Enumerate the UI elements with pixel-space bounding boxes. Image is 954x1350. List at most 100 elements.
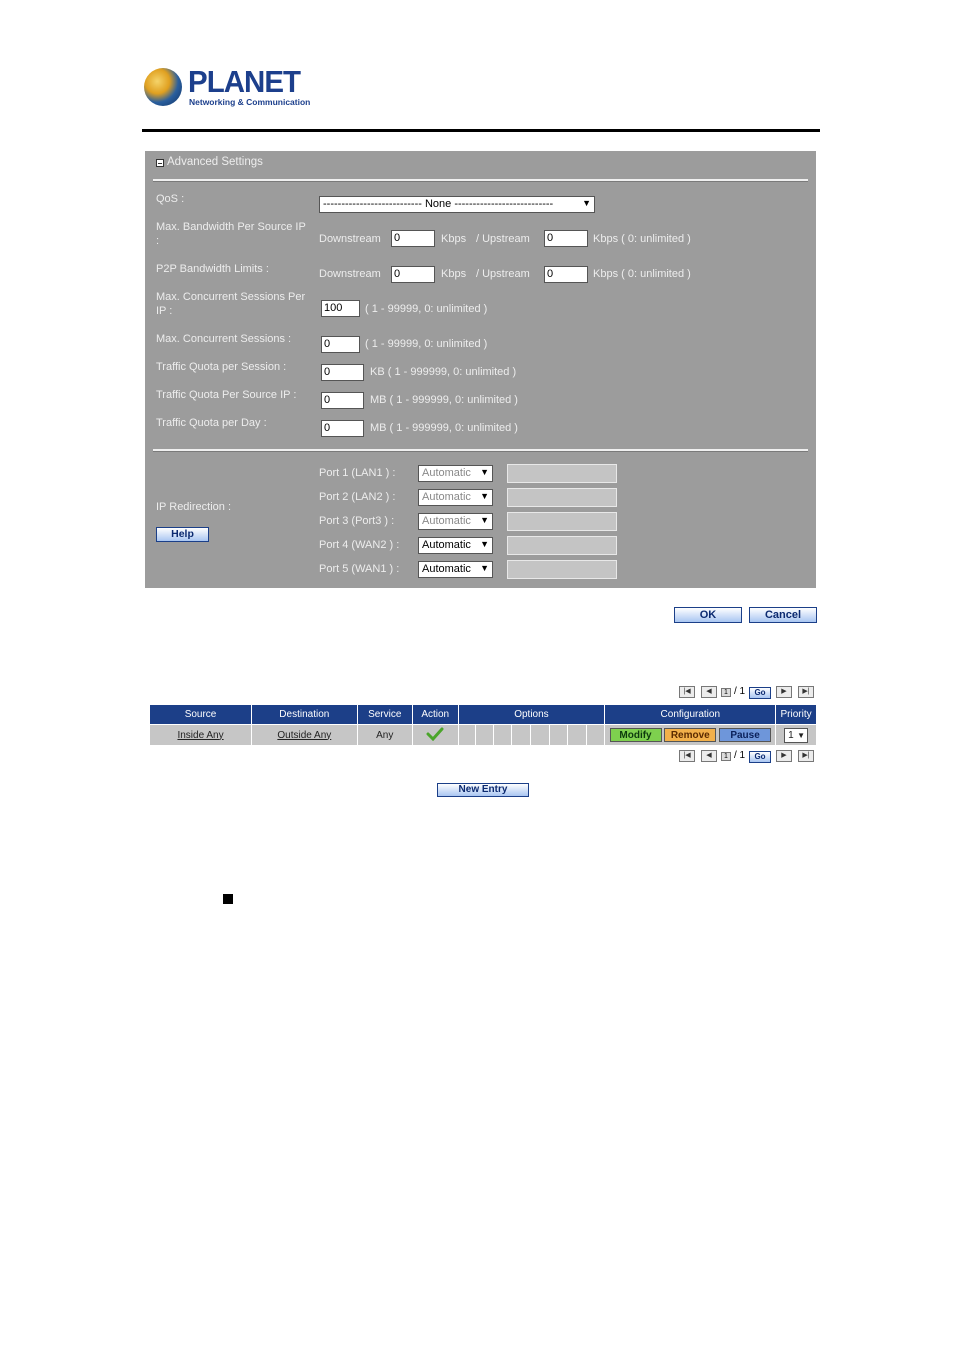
- prev-page-icon[interactable]: ◀: [701, 750, 717, 762]
- port2-mode-select[interactable]: Automatic ▼: [418, 489, 493, 506]
- option-cell: [492, 724, 513, 746]
- new-entry-button[interactable]: New Entry: [437, 783, 529, 797]
- divider: [153, 449, 808, 452]
- sessions-per-ip-hint: ( 1 - 99999, 0: unlimited ): [365, 303, 488, 315]
- port4-mode-select[interactable]: Automatic ▼: [418, 537, 493, 554]
- max-bw-downstream-input[interactable]: 0: [391, 230, 435, 247]
- upstream-label: / Upstream: [476, 233, 530, 245]
- go-button[interactable]: Go: [749, 687, 771, 699]
- table-row: Inside Any Outside Any Any Modify Remove…: [148, 724, 817, 746]
- help-button[interactable]: Help: [156, 527, 209, 542]
- source-link[interactable]: Inside Any: [177, 730, 223, 741]
- page-total: / 1: [734, 750, 746, 761]
- dropdown-arrow-icon: ▼: [480, 467, 489, 477]
- advanced-settings-title: Advanced Settings: [167, 156, 263, 168]
- go-button[interactable]: Go: [749, 751, 771, 763]
- last-page-icon[interactable]: ▶|: [798, 750, 814, 762]
- port4-label: Port 4 (WAN2 ) :: [319, 539, 400, 551]
- port1-ip-input[interactable]: [507, 464, 617, 483]
- port1-mode-value: Automatic: [422, 467, 471, 479]
- p2p-hint: Kbps ( 0: unlimited ): [593, 268, 691, 280]
- max-bandwidth-label-cont: :: [156, 235, 160, 247]
- destination-link[interactable]: Outside Any: [277, 730, 331, 741]
- port1-label: Port 1 (LAN1 ) :: [319, 467, 396, 479]
- quota-source-input[interactable]: 0: [321, 392, 364, 409]
- option-cell: [511, 724, 531, 746]
- max-bw-upstream-input[interactable]: 0: [544, 230, 588, 247]
- pager-bottom: |◀ ◀ 1 / 1 Go ▶ ▶|: [679, 750, 819, 763]
- last-page-icon[interactable]: ▶|: [798, 686, 814, 698]
- option-cell: [585, 724, 606, 746]
- max-bandwidth-label: Max. Bandwidth Per Source IP: [156, 221, 306, 233]
- quota-session-label: Traffic Quota per Session :: [156, 361, 287, 373]
- first-page-icon[interactable]: |◀: [679, 750, 695, 762]
- row-service: Any: [356, 724, 413, 746]
- logo-wordmark: PLANET: [188, 64, 301, 99]
- p2p-label: P2P Bandwidth Limits :: [156, 263, 269, 275]
- cancel-button[interactable]: Cancel: [749, 607, 817, 623]
- sessions-per-ip-input[interactable]: 100: [321, 300, 360, 317]
- kbps-label: Kbps: [441, 268, 467, 280]
- first-page-icon[interactable]: |◀: [679, 686, 695, 698]
- check-icon: [426, 727, 444, 741]
- dropdown-arrow-icon: ▼: [480, 539, 489, 549]
- row-priority: 1 ▼: [775, 724, 817, 746]
- p2p-upstream-input[interactable]: 0: [544, 266, 588, 283]
- port3-label: Port 3 (Port3 ) :: [319, 515, 395, 527]
- port2-mode-value: Automatic: [422, 491, 471, 503]
- next-page-icon[interactable]: ▶: [776, 750, 792, 762]
- qos-label: QoS :: [156, 193, 185, 205]
- col-destination: Destination: [251, 704, 358, 725]
- page-input[interactable]: 1: [721, 688, 731, 697]
- next-page-icon[interactable]: ▶: [776, 686, 792, 698]
- ok-button[interactable]: OK: [674, 607, 742, 623]
- dropdown-arrow-icon: ▼: [480, 563, 489, 573]
- qos-select-value: --------------------------- None -------…: [323, 198, 554, 210]
- p2p-downstream-input[interactable]: 0: [391, 266, 435, 283]
- modify-button[interactable]: Modify: [609, 728, 662, 742]
- row-configuration: Modify Remove Pause: [604, 724, 777, 746]
- header-divider: [142, 129, 820, 132]
- prev-page-icon[interactable]: ◀: [701, 686, 717, 698]
- option-cell: [548, 724, 569, 746]
- quota-source-hint: MB ( 1 - 999999, 0: unlimited ): [370, 394, 518, 406]
- col-source: Source: [148, 704, 253, 725]
- dropdown-arrow-icon: ▼: [480, 491, 489, 501]
- port3-mode-select[interactable]: Automatic ▼: [418, 513, 493, 530]
- row-action: [411, 724, 459, 746]
- port1-mode-select[interactable]: Automatic ▼: [418, 465, 493, 482]
- priority-select[interactable]: 1 ▼: [784, 727, 809, 743]
- upstream-label: / Upstream: [476, 268, 530, 280]
- port4-mode-value: Automatic: [422, 539, 471, 551]
- pause-button[interactable]: Pause: [719, 728, 772, 742]
- max-bw-hint: Kbps ( 0: unlimited ): [593, 233, 691, 245]
- port5-ip-input[interactable]: [507, 560, 617, 579]
- port3-mode-value: Automatic: [422, 515, 471, 527]
- collapse-icon[interactable]: [156, 159, 164, 167]
- port5-mode-select[interactable]: Automatic ▼: [418, 561, 493, 578]
- sessions-input[interactable]: 0: [321, 336, 360, 353]
- port4-ip-input[interactable]: [507, 536, 617, 555]
- kbps-label: Kbps: [441, 233, 467, 245]
- page-input[interactable]: 1: [721, 752, 731, 761]
- divider: [153, 179, 808, 182]
- qos-select[interactable]: --------------------------- None -------…: [319, 196, 595, 213]
- sessions-label: Max. Concurrent Sessions :: [156, 333, 292, 345]
- row-destination: Outside Any: [251, 724, 358, 746]
- port3-ip-input[interactable]: [507, 512, 617, 531]
- port5-label: Port 5 (WAN1 ) :: [319, 563, 400, 575]
- quota-day-input[interactable]: 0: [321, 420, 364, 437]
- port2-ip-input[interactable]: [507, 488, 617, 507]
- sessions-per-ip-label-cont: IP :: [156, 305, 173, 317]
- quota-session-input[interactable]: 0: [321, 364, 364, 381]
- pager-top: |◀ ◀ 1 / 1 Go ▶ ▶|: [679, 686, 819, 699]
- col-service: Service: [356, 704, 413, 725]
- quota-session-hint: KB ( 1 - 999999, 0: unlimited ): [370, 366, 517, 378]
- dropdown-arrow-icon: ▼: [582, 198, 591, 208]
- logo-tagline: Networking & Communication: [189, 97, 311, 107]
- ip-redirection-label: IP Redirection :: [156, 501, 232, 513]
- port2-label: Port 2 (LAN2 ) :: [319, 491, 396, 503]
- port5-mode-value: Automatic: [422, 563, 471, 575]
- sessions-per-ip-label: Max. Concurrent Sessions Per: [156, 291, 306, 303]
- remove-button[interactable]: Remove: [664, 728, 717, 742]
